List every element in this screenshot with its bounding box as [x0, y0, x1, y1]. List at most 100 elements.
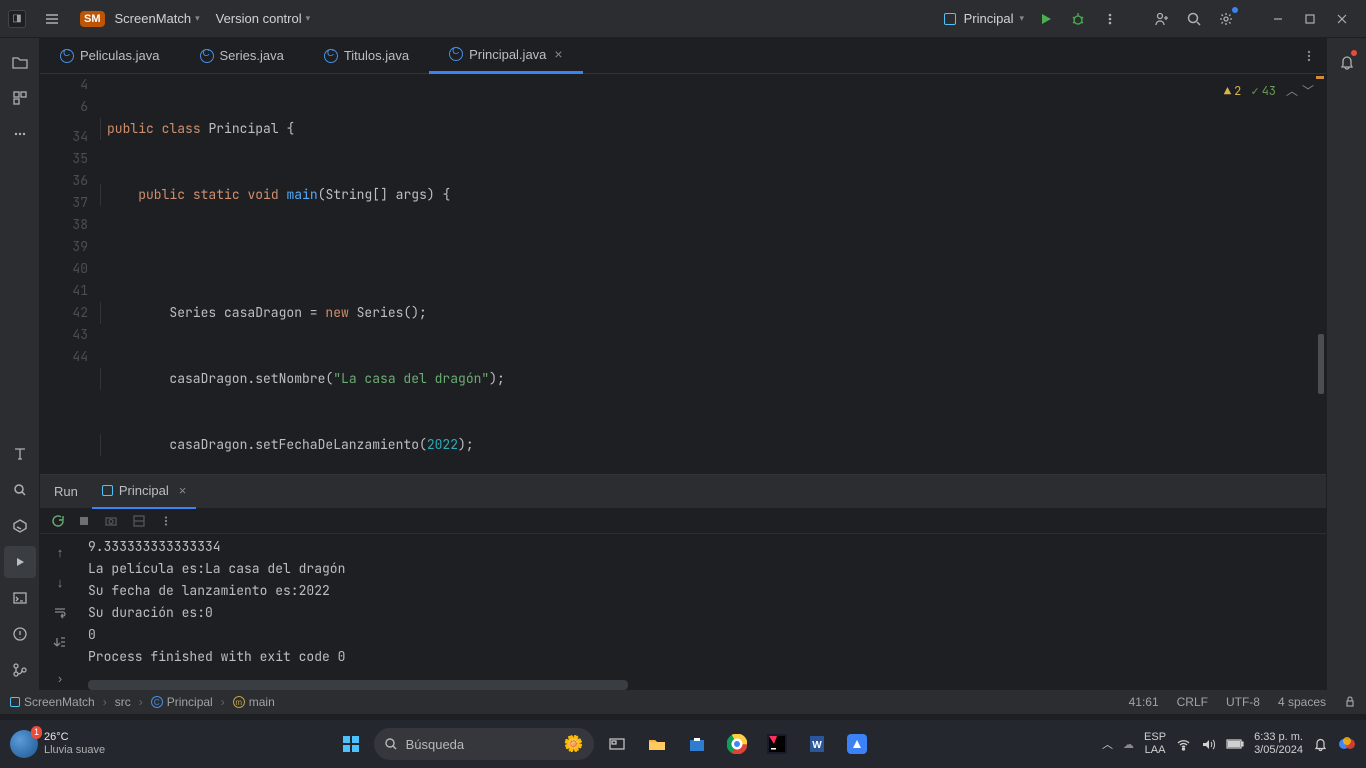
next-highlight-icon[interactable]: ﹀: [1302, 80, 1314, 102]
notifications-tray-icon[interactable]: [1313, 737, 1328, 752]
start-button[interactable]: [334, 727, 368, 761]
run-config-dropdown[interactable]: Principal ▾: [944, 11, 1024, 26]
more-tools-button[interactable]: [4, 118, 36, 150]
indent-setting[interactable]: 4 spaces: [1278, 695, 1326, 709]
notifications-button[interactable]: [1331, 46, 1363, 78]
weak-warnings-count[interactable]: ✓ 43: [1251, 80, 1276, 102]
run-button[interactable]: [1030, 3, 1062, 35]
stop-button[interactable]: [78, 515, 90, 527]
console-line: Su fecha de lanzamiento es:2022: [80, 580, 1326, 602]
tool-t-icon[interactable]: [4, 438, 36, 470]
soft-wrap-button[interactable]: [46, 600, 74, 624]
console-scrollbar[interactable]: [88, 680, 628, 690]
tab-titulos[interactable]: Titulos.java: [304, 38, 429, 74]
scroll-up-button[interactable]: ↑: [46, 540, 74, 564]
project-dropdown[interactable]: ScreenMatch▾: [115, 11, 200, 26]
weather-widget[interactable]: 26°C Lluvia suave: [10, 730, 105, 758]
layout-button[interactable]: [132, 514, 146, 528]
intellij-button[interactable]: [760, 727, 794, 761]
breadcrumb[interactable]: ScreenMatch › src › C Principal › m main: [10, 695, 275, 709]
expand-button[interactable]: ›: [46, 666, 74, 690]
prev-highlight-icon[interactable]: ︿: [1286, 80, 1298, 102]
project-tool-button[interactable]: [4, 46, 36, 78]
more-actions-button[interactable]: [1094, 3, 1126, 35]
maximize-button[interactable]: [1294, 3, 1326, 35]
line-number: 44: [40, 346, 88, 368]
run-config-icon: [944, 13, 956, 25]
line-number: 37: [40, 192, 88, 214]
close-run-tab-icon[interactable]: ×: [179, 483, 187, 498]
settings-button[interactable]: [1210, 3, 1242, 35]
caret-position[interactable]: 41:61: [1129, 695, 1159, 709]
wifi-icon[interactable]: [1176, 737, 1191, 752]
search-decoration-icon: 🌼: [564, 734, 584, 754]
right-tool-rail: [1326, 38, 1366, 690]
tabs-more-button[interactable]: [1302, 49, 1316, 63]
clock[interactable]: 6:33 p. m. 3/05/2024: [1254, 731, 1303, 757]
structure-tool-button[interactable]: [4, 82, 36, 114]
scroll-down-button[interactable]: ↓: [46, 570, 74, 594]
rerun-button[interactable]: [50, 514, 64, 528]
readonly-lock-icon[interactable]: [1344, 696, 1356, 708]
run-more-button[interactable]: [160, 515, 172, 527]
find-tool-button[interactable]: [4, 474, 36, 506]
terminal-tool-button[interactable]: [4, 582, 36, 614]
project-badge: SM: [80, 11, 105, 27]
vcs-dropdown[interactable]: Version control▾: [216, 11, 311, 26]
console-line: La película es:La casa del dragón: [80, 558, 1326, 580]
file-encoding[interactable]: UTF-8: [1226, 695, 1260, 709]
vcs-label: Version control: [216, 11, 302, 26]
line-number: 36: [40, 170, 88, 192]
copilot-icon[interactable]: [1338, 735, 1356, 753]
inspections-widget[interactable]: ▲ 2 ✓ 43 ︿﹀: [1224, 80, 1314, 102]
main-menu-button[interactable]: [36, 3, 68, 35]
console-output[interactable]: 9.333333333333334 La película es:La casa…: [80, 534, 1326, 690]
class-icon: [60, 49, 74, 63]
run-panel-title: Run: [40, 484, 92, 499]
tab-label: Principal.java: [469, 47, 546, 62]
left-tool-rail: [0, 38, 40, 690]
line-number: 43: [40, 324, 88, 346]
close-tab-icon[interactable]: ×: [554, 46, 562, 62]
console-line: Su duración es:0: [80, 602, 1326, 624]
services-tool-button[interactable]: [4, 510, 36, 542]
run-tab-icon: [102, 485, 113, 496]
console-tools: ↑ ↓ ›: [40, 534, 80, 690]
warnings-count[interactable]: ▲ 2: [1224, 80, 1241, 102]
tab-principal[interactable]: Principal.java ×: [429, 38, 583, 74]
battery-icon[interactable]: [1226, 738, 1244, 750]
search-everywhere-button[interactable]: [1178, 3, 1210, 35]
volume-icon[interactable]: [1201, 737, 1216, 752]
file-explorer-button[interactable]: [640, 727, 674, 761]
run-tab[interactable]: Principal ×: [92, 475, 196, 509]
run-tool-button[interactable]: [4, 546, 36, 578]
line-separator[interactable]: CRLF: [1177, 695, 1208, 709]
vcs-tool-button[interactable]: [4, 654, 36, 686]
error-stripe[interactable]: [1314, 74, 1326, 474]
svg-text:W: W: [812, 740, 822, 751]
tray-chevron-icon[interactable]: ︿: [1102, 736, 1113, 752]
temperature-label: 26°C: [44, 731, 105, 744]
line-number: 35: [40, 148, 88, 170]
onedrive-icon[interactable]: ☁: [1123, 738, 1134, 751]
system-tray: ︿ ☁ ESP LAA 6:33 p. m. 3/05/2024: [1102, 731, 1356, 757]
scroll-to-end-button[interactable]: [46, 630, 74, 654]
close-button[interactable]: [1326, 3, 1358, 35]
minimize-button[interactable]: [1262, 3, 1294, 35]
console-line: 0: [80, 624, 1326, 646]
screenshot-button[interactable]: [104, 514, 118, 528]
problems-tool-button[interactable]: [4, 618, 36, 650]
run-panel: Run Principal × ↑ ↓: [40, 474, 1326, 690]
language-indicator[interactable]: ESP LAA: [1144, 731, 1166, 757]
app-button[interactable]: [840, 727, 874, 761]
tab-series[interactable]: Series.java: [180, 38, 304, 74]
collaborate-icon[interactable]: [1146, 3, 1178, 35]
task-view-button[interactable]: [600, 727, 634, 761]
taskbar-search[interactable]: Búsqueda 🌼: [374, 728, 594, 760]
word-button[interactable]: W: [800, 727, 834, 761]
debug-button[interactable]: [1062, 3, 1094, 35]
store-button[interactable]: [680, 727, 714, 761]
tab-peliculas[interactable]: Peliculas.java: [40, 38, 180, 74]
chrome-button[interactable]: [720, 727, 754, 761]
code-editor[interactable]: 4 6 34 35 36 37 38 39 40 41 42 43 44 pub…: [40, 74, 1326, 474]
